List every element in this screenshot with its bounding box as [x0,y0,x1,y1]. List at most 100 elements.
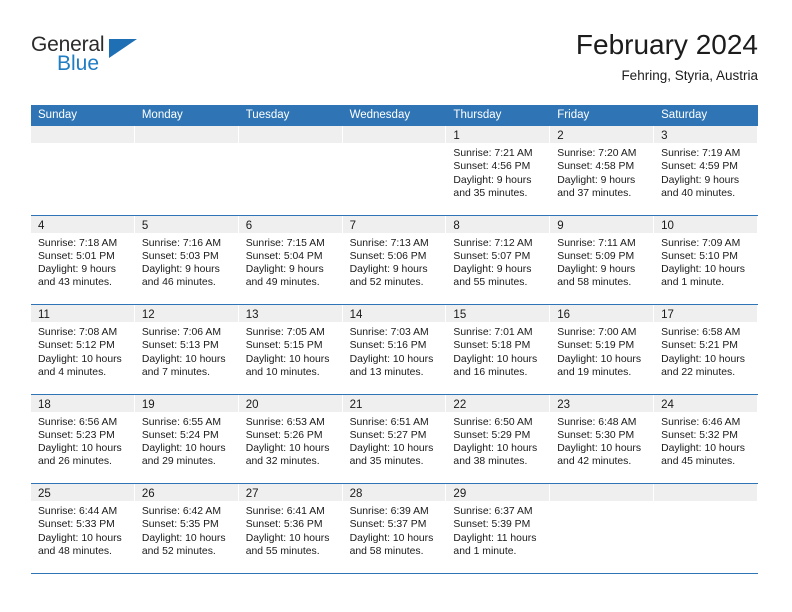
calendar-day-cell[interactable]: 13 Sunrise: 7:05 AM Sunset: 5:15 PM Dayligh… [238,305,343,394]
day-number: 15 [453,309,467,321]
day-number-strip [238,126,342,143]
day-number-strip: 16 [550,305,654,322]
day-number-strip: 10 [654,215,757,233]
daylight-text-line1: Daylight: 9 hours [557,264,636,276]
calendar-day-cell[interactable]: 11 Sunrise: 7:08 AM Sunset: 5:12 PM Dayligh… [31,305,135,394]
sunrise-text: Sunrise: 6:50 AM [453,416,533,428]
calendar-day-cell[interactable]: 25 Sunrise: 6:44 AM Sunset: 5:33 PM Dayligh… [31,484,135,573]
calendar-day-cell[interactable]: 18 Sunrise: 6:56 AM Sunset: 5:23 PM Dayligh… [31,394,135,483]
daylight-text-line1: Daylight: 10 hours [141,443,226,455]
calendar-day-cell[interactable]: 6 Sunrise: 7:15 AM Sunset: 5:04 PM Daylight… [238,215,343,304]
calendar-day-cell[interactable]: 23 Sunrise: 6:48 AM Sunset: 5:30 PM Dayligh… [550,394,655,483]
sunset-text: Sunset: 5:07 PM [453,250,531,262]
page-title: February 2024 [575,29,758,60]
calendar-day-cell[interactable]: 29 Sunrise: 6:37 AM Sunset: 5:39 PM Dayligh… [446,484,551,573]
daylight-text-line2: and 58 minutes. [557,277,632,289]
day-number: 22 [453,398,467,411]
day-details: Sunrise: 6:39 AM Sunset: 5:37 PM Daylight:… [343,501,446,558]
daylight-text-line2: and 55 minutes. [245,545,320,557]
calendar-day-cell[interactable]: 3 Sunrise: 7:19 AM Sunset: 4:59 PM Daylight… [654,126,758,215]
daylight-text-line1: Daylight: 10 hours [349,443,434,455]
sunrise-text: Sunrise: 6:42 AM [141,506,221,517]
daylight-text-line1: Daylight: 10 hours [38,532,122,544]
daylight-text-line2: and 42 minutes. [557,456,632,468]
calendar-day-cell[interactable]: 9 Sunrise: 7:11 AM Sunset: 5:09 PM Daylight… [550,215,655,304]
sunrise-text: Sunrise: 6:41 AM [245,506,325,517]
daylight-text-line2: and 52 minutes. [141,545,216,557]
calendar-day-cell[interactable]: 5 Sunrise: 7:16 AM Sunset: 5:03 PM Daylight… [134,215,239,304]
sunrise-text: Sunrise: 6:37 AM [453,506,533,517]
day-number-strip: 1 [446,126,550,143]
daylight-text-line2: and 58 minutes. [349,545,424,557]
day-details: Sunrise: 7:21 AM Sunset: 4:56 PM Daylight:… [446,143,549,200]
daylight-text-line2: and 1 minute. [453,545,517,557]
calendar-day-cell[interactable]: 22 Sunrise: 6:50 AM Sunset: 5:29 PM Dayligh… [446,394,551,483]
daylight-text-line2: and 35 minutes. [349,456,424,468]
calendar-day-cell[interactable]: 10 Sunrise: 7:09 AM Sunset: 5:10 PM Dayligh… [654,215,758,304]
daylight-text-line1: Daylight: 9 hours [453,264,532,276]
weekday-header-wednesday: Wednesday [349,109,411,121]
sunset-text: Sunset: 5:10 PM [661,250,738,262]
calendar-week-row: 4 Sunrise: 7:18 AM Sunset: 5:01 PM Daylight… [31,215,758,305]
daylight-text-line2: and 55 minutes. [453,277,528,289]
daylight-text-line2: and 37 minutes. [557,187,632,199]
calendar-day-cell[interactable]: 20 Sunrise: 6:53 AM Sunset: 5:26 PM Dayligh… [238,394,343,483]
day-details: Sunrise: 7:20 AM Sunset: 4:58 PM Daylight:… [550,143,653,200]
calendar-day-cell[interactable]: 4 Sunrise: 7:18 AM Sunset: 5:01 PM Daylight… [31,215,135,304]
sunset-text: Sunset: 5:18 PM [453,340,531,352]
sunset-text: Sunset: 5:24 PM [141,429,219,441]
calendar-day-cell[interactable]: 12 Sunrise: 7:06 AM Sunset: 5:13 PM Dayligh… [134,305,239,394]
calendar-day-cell[interactable]: 17 Sunrise: 6:58 AM Sunset: 5:21 PM Dayligh… [654,305,758,394]
calendar-day-cell[interactable]: 15 Sunrise: 7:01 AM Sunset: 5:18 PM Dayligh… [446,305,551,394]
daylight-text-line2: and 48 minutes. [38,545,112,557]
sunset-text: Sunset: 5:37 PM [349,519,427,531]
calendar-day-cell[interactable]: 1 Sunrise: 7:21 AM Sunset: 4:56 PM Daylight… [446,126,551,215]
daylight-text-line1: Daylight: 9 hours [141,264,220,276]
sunrise-text: Sunrise: 6:55 AM [141,416,221,428]
sunrise-text: Sunrise: 7:19 AM [661,148,741,159]
daylight-text-line1: Daylight: 10 hours [453,443,538,455]
daylight-text-line1: Daylight: 9 hours [661,174,740,186]
calendar-week-row: 11 Sunrise: 7:08 AM Sunset: 5:12 PM Dayligh… [31,305,758,395]
calendar-day-cell[interactable]: 8 Sunrise: 7:12 AM Sunset: 5:07 PM Daylight… [446,215,551,304]
calendar-day-cell[interactable]: 28 Sunrise: 6:39 AM Sunset: 5:37 PM Dayligh… [342,484,447,573]
daylight-text-line1: Daylight: 9 hours [38,264,116,276]
calendar-day-cell[interactable]: 21 Sunrise: 6:51 AM Sunset: 5:27 PM Dayligh… [342,394,447,483]
sunset-text: Sunset: 5:01 PM [38,250,115,262]
day-number: 20 [245,398,259,411]
sunset-text: Sunset: 4:56 PM [453,161,531,173]
sunset-text: Sunset: 5:23 PM [38,429,115,441]
sunset-text: Sunset: 5:35 PM [141,519,219,531]
calendar-day-cell[interactable]: 14 Sunrise: 7:03 AM Sunset: 5:16 PM Dayligh… [342,305,447,394]
day-number: 7 [349,219,356,232]
calendar-day-cell-empty [134,126,239,215]
calendar-day-cell[interactable]: 2 Sunrise: 7:20 AM Sunset: 4:58 PM Daylight… [550,126,655,215]
daylight-text-line1: Daylight: 10 hours [453,353,538,365]
sunset-text: Sunset: 5:09 PM [557,250,635,262]
calendar-day-cell[interactable]: 7 Sunrise: 7:13 AM Sunset: 5:06 PM Daylight… [342,215,447,304]
daylight-text-line2: and 38 minutes. [453,456,528,468]
day-number-strip: 4 [31,215,134,233]
sunset-text: Sunset: 5:36 PM [245,519,323,531]
sunrise-text: Sunrise: 7:09 AM [661,237,741,249]
day-number-strip: 15 [446,305,550,322]
calendar-day-cell[interactable]: 19 Sunrise: 6:55 AM Sunset: 5:24 PM Dayligh… [134,394,239,483]
sunset-text: Sunset: 5:39 PM [453,519,531,531]
sunset-text: Sunset: 5:27 PM [349,429,427,441]
day-number-strip: 23 [550,394,654,412]
calendar-day-cell[interactable]: 24 Sunrise: 6:46 AM Sunset: 5:32 PM Dayligh… [654,394,758,483]
day-number: 12 [141,309,155,321]
calendar-day-cell[interactable]: 26 Sunrise: 6:42 AM Sunset: 5:35 PM Dayligh… [134,484,239,573]
sunrise-text: Sunrise: 7:21 AM [453,148,533,159]
calendar-day-cell[interactable]: 27 Sunrise: 6:41 AM Sunset: 5:36 PM Dayligh… [238,484,343,573]
calendar-weeks: 1 Sunrise: 7:21 AM Sunset: 4:56 PM Daylight… [31,126,758,574]
sunrise-text: Sunrise: 7:13 AM [349,237,429,249]
day-number: 24 [661,398,674,411]
daylight-text-line1: Daylight: 10 hours [661,264,745,276]
sunset-text: Sunset: 5:19 PM [557,340,635,352]
day-details: Sunrise: 6:41 AM Sunset: 5:36 PM Daylight:… [239,501,342,558]
calendar-day-cell[interactable]: 16 Sunrise: 7:00 AM Sunset: 5:19 PM Dayligh… [550,305,655,394]
day-number-strip: 7 [342,215,446,233]
day-number: 29 [453,488,467,500]
brand-logo[interactable]: General Blue [31,28,151,74]
